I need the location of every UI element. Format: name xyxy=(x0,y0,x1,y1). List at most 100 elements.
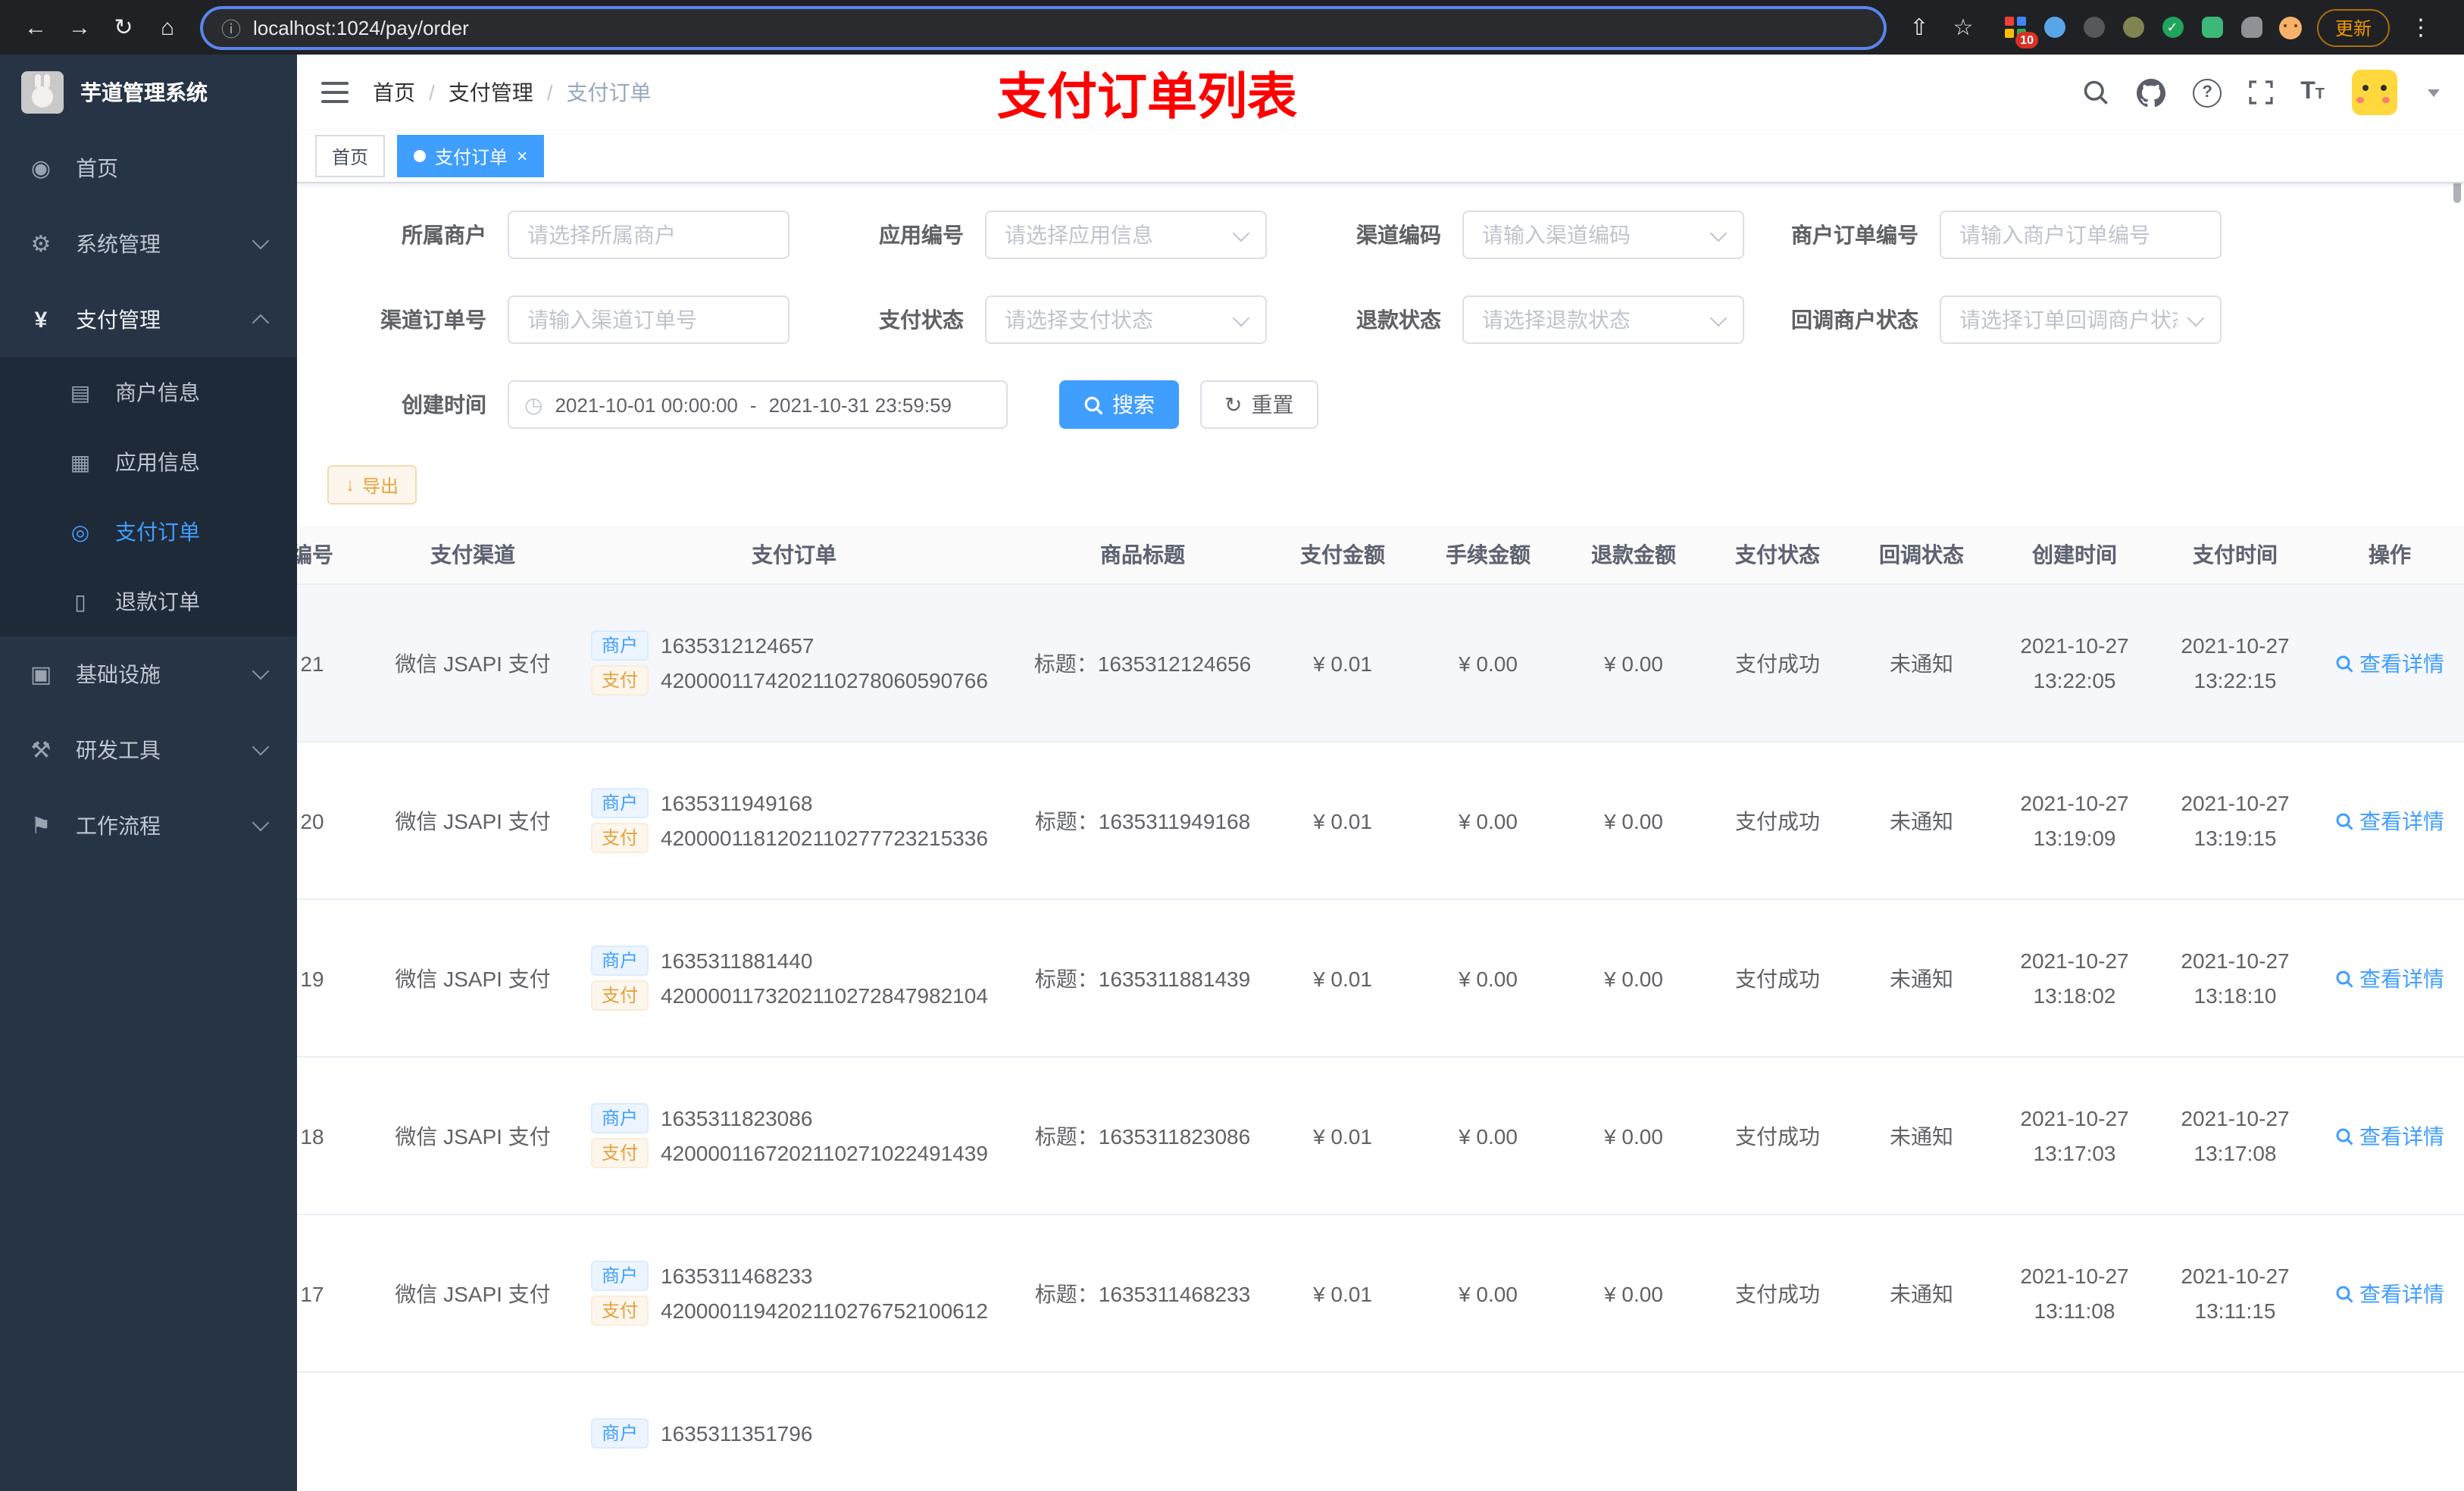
close-icon[interactable]: × xyxy=(517,145,527,167)
reset-button[interactable]: ↻ 重置 xyxy=(1200,380,1318,429)
app-logo: 芋道管理系统 xyxy=(0,55,297,130)
channel-code-select[interactable] xyxy=(1462,211,1744,259)
sidebar-item-payment[interactable]: ¥ 支付管理 xyxy=(0,282,297,358)
puzzle-icon xyxy=(2240,17,2262,38)
clock-icon: ◷ xyxy=(524,392,543,416)
col-paid: 支付时间 xyxy=(2155,526,2315,585)
url-bar[interactable]: ⓘ localhost:1024/pay/order xyxy=(203,8,1884,46)
tab-pay-order[interactable]: 支付订单 × xyxy=(397,135,545,177)
pay-badge: 支付 xyxy=(591,1138,649,1168)
bookmark-star-icon[interactable]: ☆ xyxy=(1943,7,1984,48)
site-info-icon[interactable]: ⓘ xyxy=(221,13,241,42)
refresh-icon: ↻ xyxy=(1224,392,1243,416)
extension-badge: 10 xyxy=(2015,31,2038,48)
back-icon[interactable]: ← xyxy=(15,7,56,48)
sidebar-item-infrastructure[interactable]: ▣ 基础设施 xyxy=(0,636,297,712)
sidebar-item-workflow[interactable]: ⚑ 工作流程 xyxy=(0,788,297,864)
extension-icon[interactable] xyxy=(2081,14,2106,40)
extension-icon[interactable] xyxy=(2041,14,2067,40)
merchant-badge: 商户 xyxy=(591,630,649,661)
gear-icon: ⚙ xyxy=(30,232,52,258)
yen-icon: ¥ xyxy=(34,307,48,333)
merchant-badge: 商户 xyxy=(591,1103,649,1133)
app-header: 首页 / 支付管理 / 支付订单 支付订单列表 ? TT xyxy=(297,55,2464,130)
date-separator: - xyxy=(749,393,757,416)
export-button[interactable]: ↓ 导出 xyxy=(327,465,417,505)
view-detail-link[interactable]: 查看详情 xyxy=(2335,963,2444,993)
refund-status-select[interactable] xyxy=(1462,295,1744,344)
tab-home[interactable]: 首页 xyxy=(315,135,386,177)
fullscreen-icon[interactable] xyxy=(2249,80,2273,105)
date-range-picker[interactable]: ◷ 2021-10-01 00:00:00 - 2021-10-31 23:59… xyxy=(508,380,1008,429)
col-fee: 手续金额 xyxy=(1415,526,1561,585)
merchant-input[interactable] xyxy=(508,211,790,259)
date-end: 2021-10-31 23:59:59 xyxy=(768,393,952,416)
chevron-down-icon[interactable] xyxy=(2428,89,2440,96)
table-row[interactable]: 20 微信 JSAPI 支付 商户 1635311949168 支付 4200001… xyxy=(297,742,2464,900)
app-id-select[interactable] xyxy=(985,211,1267,259)
check-icon: ✓ xyxy=(2162,17,2183,38)
screen: ← → ↻ ⌂ ⓘ localhost:1024/pay/order ⇧ ☆ 1… xyxy=(0,0,2464,1491)
table-row[interactable]: 商户 1635311351796 xyxy=(297,1372,2464,1491)
view-detail-link[interactable]: 查看详情 xyxy=(2335,805,2444,836)
refresh-icon[interactable]: ↻ xyxy=(103,7,144,48)
view-detail-link[interactable]: 查看详情 xyxy=(2335,648,2444,678)
extension-icon[interactable] xyxy=(2120,14,2146,40)
pay-status-select[interactable] xyxy=(985,295,1267,344)
sidebar-item-app-info[interactable]: ▦ 应用信息 xyxy=(0,427,297,497)
extension-icon[interactable] xyxy=(2199,14,2225,40)
logo-avatar xyxy=(21,71,64,114)
sidebar-item-devtools[interactable]: ⚒ 研发工具 xyxy=(0,712,297,788)
font-size-icon[interactable]: TT xyxy=(2300,79,2325,106)
breadcrumb-home[interactable]: 首页 xyxy=(373,77,415,108)
sidebar-item-home[interactable]: ◉ 首页 xyxy=(0,130,297,206)
merchant-order-no-field: 商户订单编号 xyxy=(1759,211,2222,259)
sidebar-item-system[interactable]: ⚙ 系统管理 xyxy=(0,206,297,282)
col-status: 支付状态 xyxy=(1706,526,1849,585)
kebab-menu-icon[interactable]: ⋮ xyxy=(2403,14,2438,41)
hamburger-icon[interactable] xyxy=(321,82,349,103)
table-row[interactable]: 18 微信 JSAPI 支付 商户 1635311823086 支付 4200001… xyxy=(297,1057,2464,1215)
update-button[interactable]: 更新 xyxy=(2317,8,2391,46)
sidebar: 芋道管理系统 ◉ 首页 ⚙ 系统管理 ¥ 支付管理 ▤ 商户信息 ▦ 应用信息 … xyxy=(0,55,297,1491)
extension-icon[interactable]: 10 xyxy=(2002,14,2038,48)
circle-icon xyxy=(2083,17,2104,38)
sidebar-item-merchant-info[interactable]: ▤ 商户信息 xyxy=(0,358,297,427)
col-amount: 支付金额 xyxy=(1270,526,1415,585)
pay-status-field: 支付状态 xyxy=(805,295,1267,344)
help-icon[interactable]: ? xyxy=(2193,78,2222,107)
breadcrumb-pay-mgmt[interactable]: 支付管理 xyxy=(449,77,533,108)
home-icon[interactable]: ⌂ xyxy=(147,7,188,48)
filter-row: 创建时间 ◷ 2021-10-01 00:00:00 - 2021-10-31 … xyxy=(297,380,2464,429)
merchant-order-no-input[interactable] xyxy=(1940,211,2222,259)
pay-badge: 支付 xyxy=(591,823,649,853)
chevron-up-icon xyxy=(252,314,270,332)
chat-icon xyxy=(2201,17,2222,38)
extension-icon[interactable]: ✓ xyxy=(2159,14,2185,40)
pay-badge: 支付 xyxy=(591,665,649,695)
flag-icon: ⚑ xyxy=(30,814,52,839)
extension-icon[interactable] xyxy=(2238,14,2264,40)
merchant-badge: 商户 xyxy=(591,1261,649,1291)
app-title: 芋道管理系统 xyxy=(80,80,208,105)
extension-icon[interactable] xyxy=(2278,14,2303,40)
merchant-field: 所属商户 xyxy=(327,211,790,259)
notify-status-select[interactable] xyxy=(1940,295,2222,344)
sidebar-item-refund-order[interactable]: ▯ 退款订单 xyxy=(0,567,297,636)
search-icon[interactable] xyxy=(2082,79,2109,106)
col-title: 商品标题 xyxy=(1015,526,1270,585)
forward-icon[interactable]: → xyxy=(59,7,100,48)
avatar[interactable] xyxy=(2352,70,2397,115)
table-row[interactable]: 17 微信 JSAPI 支付 商户 1635311468233 支付 4200001… xyxy=(297,1214,2464,1373)
view-detail-link[interactable]: 查看详情 xyxy=(2335,1278,2444,1308)
pay-badge: 支付 xyxy=(591,1296,649,1326)
sidebar-item-pay-order[interactable]: ◎ 支付订单 xyxy=(0,497,297,567)
col-order: 支付订单 xyxy=(573,526,1015,585)
view-detail-link[interactable]: 查看详情 xyxy=(2335,1121,2444,1151)
channel-order-no-input[interactable] xyxy=(508,295,790,344)
table-row[interactable]: 19 微信 JSAPI 支付 商户 1635311881440 支付 4200001… xyxy=(297,899,2464,1058)
table-row[interactable]: 21 微信 JSAPI 支付 商户 1635312124657 支付 4200001… xyxy=(297,584,2464,742)
share-icon[interactable]: ⇧ xyxy=(1899,7,1940,48)
github-icon[interactable] xyxy=(2137,78,2166,107)
search-button[interactable]: 搜索 xyxy=(1059,380,1179,429)
